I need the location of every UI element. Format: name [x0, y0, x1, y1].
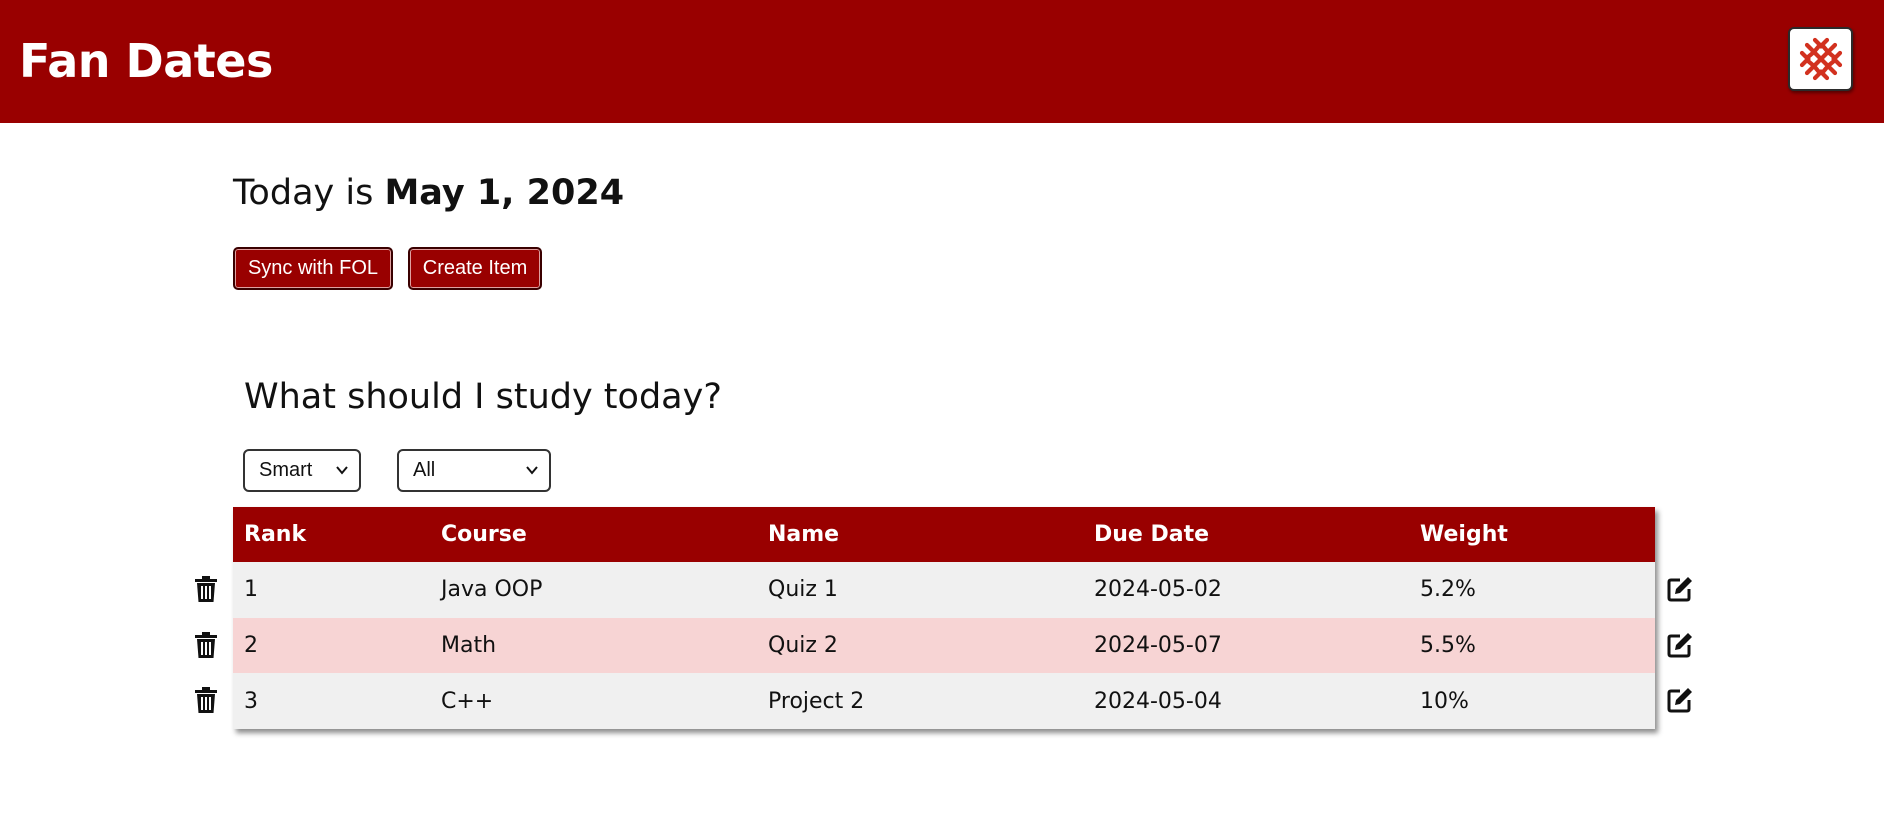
snowflake-logo-icon	[1799, 37, 1842, 81]
cell-rank: 1	[244, 577, 258, 603]
course-filter-select[interactable]: All	[397, 449, 551, 492]
today-prefix: Today is	[233, 173, 374, 213]
cell-weight: 10%	[1420, 688, 1469, 714]
course-filter-value: All	[413, 459, 436, 481]
cell-due-date: 2024-05-07	[1094, 633, 1222, 659]
trash-icon	[195, 632, 217, 658]
sort-mode-select[interactable]: Smart	[243, 449, 361, 492]
study-table-container: Rank Course Name Due Date Weight 1 Java …	[233, 507, 1655, 730]
delete-row-2-button[interactable]	[193, 631, 219, 659]
cell-weight: 5.2%	[1420, 577, 1476, 603]
header-rank: Rank	[244, 522, 307, 547]
logo-button[interactable]	[1788, 27, 1853, 91]
cell-course: C++	[441, 688, 494, 714]
cell-due-date: 2024-05-04	[1094, 688, 1222, 714]
edit-row-1-button[interactable]	[1667, 575, 1693, 603]
sort-mode-value: Smart	[259, 459, 313, 481]
table-header-row: Rank Course Name Due Date Weight	[233, 507, 1655, 562]
cell-rank: 3	[244, 688, 258, 714]
cell-course: Math	[441, 633, 497, 659]
trash-icon	[195, 687, 217, 713]
table-row: 2 Math Quiz 2 2024-05-07 5.5%	[233, 617, 1655, 674]
study-section-title: What should I study today?	[244, 377, 722, 417]
header-weight: Weight	[1420, 522, 1508, 547]
trash-icon	[195, 576, 217, 602]
sync-with-fol-button[interactable]: Sync with FOL	[233, 247, 393, 290]
edit-row-3-button[interactable]	[1667, 686, 1693, 714]
delete-row-1-button[interactable]	[193, 575, 219, 603]
chevron-down-icon	[336, 466, 348, 475]
create-item-button[interactable]: Create Item	[408, 247, 542, 290]
cell-name: Project 2	[768, 688, 865, 714]
cell-name: Quiz 1	[768, 577, 838, 603]
table-row: 1 Java OOP Quiz 1 2024-05-02 5.2%	[233, 562, 1655, 618]
cell-name: Quiz 2	[768, 633, 838, 659]
today-heading: Today is May 1, 2024	[233, 170, 624, 216]
cell-rank: 2	[244, 633, 258, 659]
header-name: Name	[768, 522, 840, 547]
study-table: Rank Course Name Due Date Weight 1 Java …	[233, 507, 1655, 730]
table-row: 3 C++ Project 2 2024-05-04 10%	[233, 673, 1655, 730]
edit-row-2-button[interactable]	[1667, 631, 1693, 659]
cell-course: Java OOP	[441, 577, 543, 603]
delete-row-3-button[interactable]	[193, 686, 219, 714]
edit-icon	[1667, 577, 1692, 602]
edit-icon	[1667, 633, 1692, 658]
header-due-date: Due Date	[1094, 522, 1210, 547]
header-course: Course	[441, 522, 527, 547]
cell-due-date: 2024-05-02	[1094, 577, 1222, 603]
edit-icon	[1667, 688, 1692, 713]
chevron-down-icon	[526, 466, 538, 475]
app-title: Fan Dates	[19, 34, 273, 88]
cell-weight: 5.5%	[1420, 633, 1476, 659]
top-bar: Fan Dates	[0, 0, 1884, 123]
today-date: May 1, 2024	[384, 173, 625, 213]
